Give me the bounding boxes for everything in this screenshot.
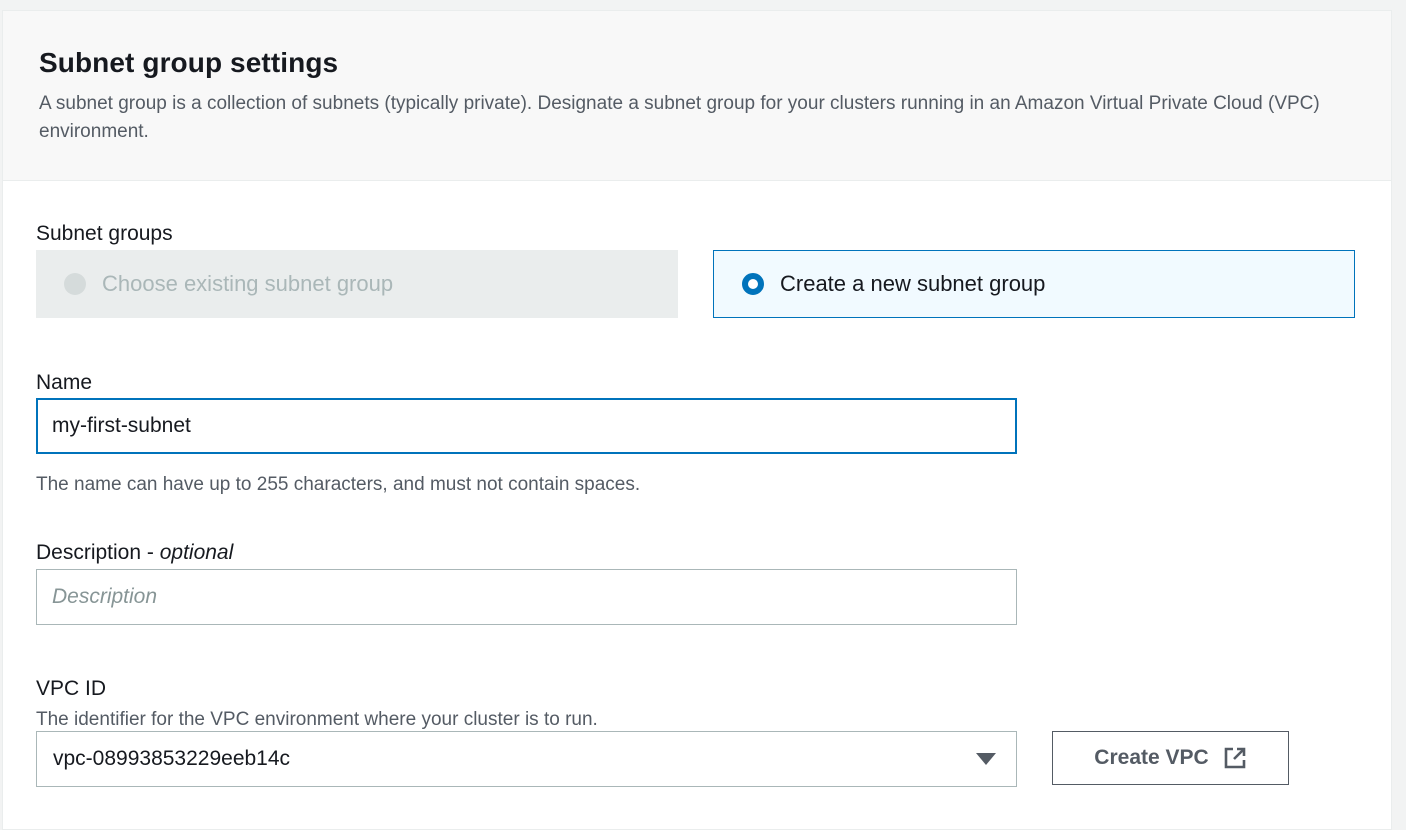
name-hint: The name can have up to 255 characters, …	[36, 474, 641, 495]
choose-existing-subnet-group-option: Choose existing subnet group	[36, 250, 678, 318]
radio-selected-icon[interactable]	[742, 273, 764, 295]
description-label: Description - optional	[36, 541, 233, 565]
choose-existing-subnet-group-label: Choose existing subnet group	[102, 271, 394, 296]
panel-description: A subnet group is a collection of subnet…	[39, 93, 1320, 142]
name-label: Name	[36, 371, 93, 394]
panel-title: Subnet group settings	[39, 47, 339, 78]
name-input[interactable]	[36, 398, 1017, 454]
create-new-subnet-group-label: Create a new subnet group	[780, 271, 1046, 296]
description-input[interactable]	[36, 569, 1017, 625]
vpc-id-hint: The identifier for the VPC environment w…	[36, 709, 598, 730]
description-label-separator: -	[141, 541, 160, 564]
caret-down-icon[interactable]	[976, 753, 996, 765]
create-vpc-button[interactable]: Create VPC	[1052, 731, 1289, 785]
subnet-groups-label: Subnet groups	[36, 222, 173, 245]
external-link-icon	[1224, 747, 1245, 769]
description-label-text: Description	[36, 541, 142, 564]
vpc-id-label: VPC ID	[36, 677, 107, 700]
radio-unselected-icon	[64, 273, 86, 295]
create-vpc-button-label: Create VPC	[1094, 746, 1209, 769]
optional-marker: optional	[159, 541, 234, 564]
create-new-subnet-group-option[interactable]: Create a new subnet group	[713, 250, 1355, 318]
vpc-id-select[interactable]: vpc-08993853229eeb14c	[36, 731, 1017, 787]
panel-header: Subnet group settings A subnet group is …	[3, 11, 1391, 181]
vpc-id-selected-value: vpc-08993853229eeb14c	[53, 747, 291, 770]
